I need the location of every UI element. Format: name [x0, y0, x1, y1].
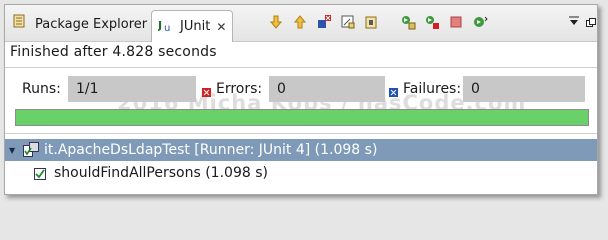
- test-case-row[interactable]: shouldFindAllPersons (1.098 s): [5, 162, 597, 184]
- status-text: Finished after 4.828 seconds: [10, 44, 217, 60]
- collapse-arrow-icon[interactable]: ▼: [9, 146, 17, 155]
- close-icon[interactable]: ✕: [216, 20, 226, 34]
- maximize-icon[interactable]: [586, 17, 596, 32]
- runs-value: 1/1: [68, 76, 196, 102]
- package-explorer-label: Package Explorer: [35, 16, 148, 32]
- test-suite-row[interactable]: ▼ it.ApacheDsLdapTest [Runner: JUnit 4] …: [5, 139, 597, 161]
- rerun-icon[interactable]: [399, 13, 417, 31]
- show-skipped-icon[interactable]: [363, 13, 381, 31]
- errors-label-group: Errors:: [202, 81, 262, 97]
- errors-value: 0: [269, 76, 385, 102]
- junit-icon: J u: [157, 17, 174, 37]
- rerun-failed-first-icon[interactable]: [423, 13, 441, 31]
- package-explorer-icon: [13, 14, 29, 34]
- divider: [5, 67, 597, 68]
- tab-package-explorer[interactable]: Package Explorer: [13, 9, 147, 39]
- failures-label: Failures:: [403, 81, 462, 97]
- next-failure-icon[interactable]: [267, 13, 285, 31]
- test-suite-label: it.ApacheDsLdapTest [Runner: JUnit 4] (1…: [44, 142, 378, 158]
- svg-text:J: J: [158, 19, 162, 32]
- failures-label-group: Failures:: [389, 81, 461, 97]
- show-failures-only-icon[interactable]: [315, 13, 333, 31]
- scroll-lock-icon[interactable]: [339, 13, 357, 31]
- progress-bar: [15, 109, 589, 126]
- divider: [5, 133, 597, 134]
- test-passed-icon: [33, 165, 49, 181]
- junit-view: Package Explorer J u JUnit ✕ Finished af…: [4, 4, 598, 195]
- junit-toolbar: [267, 13, 489, 31]
- junit-tab-label: JUnit: [180, 19, 211, 34]
- view-menu-icon[interactable]: [568, 15, 580, 30]
- previous-failure-icon[interactable]: [291, 13, 309, 31]
- tab-bar: Package Explorer J u JUnit ✕: [5, 5, 597, 42]
- errors-label: Errors:: [216, 81, 263, 97]
- test-case-label: shouldFindAllPersons (1.098 s): [54, 165, 268, 181]
- failures-value: 0: [463, 76, 585, 102]
- error-icon: [202, 85, 211, 97]
- failure-icon: [389, 85, 398, 97]
- tab-junit[interactable]: J u JUnit ✕: [151, 10, 234, 42]
- runs-label: Runs:: [22, 81, 61, 97]
- svg-text:u: u: [164, 23, 170, 33]
- stop-icon[interactable]: [447, 13, 465, 31]
- counter-panel: Runs: 1/1 Errors: 0 Failures: 0: [5, 76, 597, 102]
- history-icon[interactable]: [471, 13, 489, 31]
- test-suite-icon: [23, 142, 39, 158]
